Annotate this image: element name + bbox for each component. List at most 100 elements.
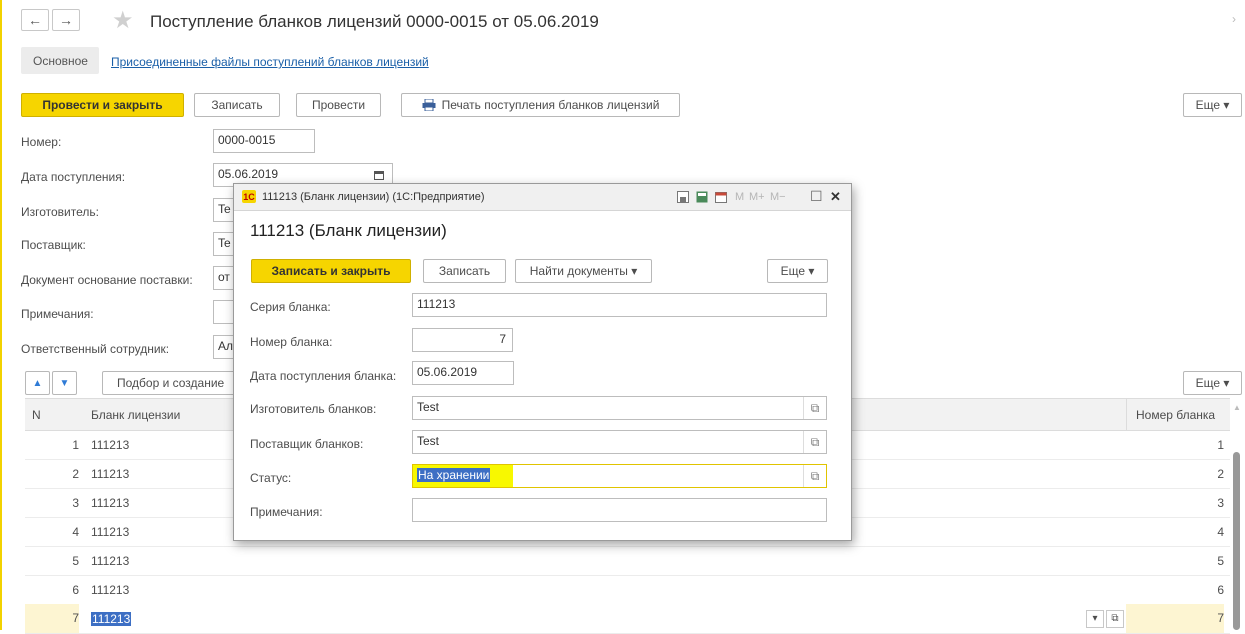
blank-date-field[interactable]: 05.06.2019 <box>412 361 514 385</box>
table-row[interactable]: 6 111213 6 <box>25 575 1230 605</box>
blank-supplier-field[interactable]: Test ⧉ <box>412 430 827 454</box>
forward-button[interactable]: → <box>52 9 80 31</box>
post-button[interactable]: Провести <box>296 93 381 117</box>
find-documents-button[interactable]: Найти документы ▾ <box>515 259 652 283</box>
col-blank[interactable]: Бланк лицензии <box>91 408 180 422</box>
row-blank-number: 2 <box>1217 467 1224 481</box>
status-field[interactable]: На хранении ⧉ <box>412 464 827 488</box>
more-button[interactable]: Еще ▾ <box>1183 93 1242 117</box>
number-field[interactable]: 0000-0015 <box>213 129 315 153</box>
col-number[interactable]: Номер бланка <box>1136 408 1215 422</box>
row-blank-number: 6 <box>1217 583 1224 597</box>
row-blank[interactable]: 111213 <box>91 583 129 597</box>
blank-number-label: Номер бланка: <box>250 335 333 349</box>
open-status-icon[interactable]: ⧉ <box>803 465 826 487</box>
status-label: Статус: <box>250 471 292 485</box>
row-blank[interactable]: 111213 <box>91 525 129 539</box>
row-blank-number: 3 <box>1217 496 1224 510</box>
tab-main[interactable]: Основное <box>21 47 99 74</box>
calculator-icon[interactable] <box>696 191 708 203</box>
blank-date-label: Дата поступления бланка: <box>250 369 397 383</box>
blank-maker-value: Test <box>417 400 440 414</box>
row-number: 1 <box>72 438 79 452</box>
row-blank[interactable]: 111213 <box>91 438 129 452</box>
grid-more-button[interactable]: Еще ▾ <box>1183 371 1242 395</box>
row-blank[interactable]: 111213 <box>91 496 129 510</box>
row-blank-number: 7 <box>1126 604 1224 633</box>
maximize-icon[interactable]: ☐ <box>810 188 823 205</box>
dialog-more-button[interactable]: Еще ▾ <box>767 259 828 283</box>
responsible-label: Ответственный сотрудник: <box>21 342 170 356</box>
row-number: 2 <box>72 467 79 481</box>
arrow-up-icon: ▲ <box>32 377 43 389</box>
memory-minus-button[interactable]: M− <box>770 191 786 203</box>
blank-supplier-label: Поставщик бланков: <box>250 437 364 451</box>
blank-maker-field[interactable]: Test ⧉ <box>412 396 827 420</box>
row-number: 6 <box>72 583 79 597</box>
left-accent-bar <box>0 0 2 630</box>
row-open-icon[interactable]: ⧉ <box>1106 610 1124 628</box>
series-field[interactable]: 111213 <box>412 293 827 317</box>
move-down-button[interactable]: ▼ <box>52 371 77 395</box>
status-value: На хранении <box>417 468 491 482</box>
pick-and-create-button[interactable]: Подбор и создание <box>102 371 242 395</box>
row-dropdown-icon[interactable]: ▾ <box>1086 610 1104 628</box>
calendar-icon[interactable] <box>374 170 384 180</box>
chevron-right-icon[interactable]: › <box>1232 12 1236 26</box>
basis-doc-label: Документ основание поставки: <box>21 273 193 287</box>
write-and-close-button[interactable]: Записать и закрыть <box>251 259 411 283</box>
blank-maker-label: Изготовитель бланков: <box>250 402 377 416</box>
number-label: Номер: <box>21 135 62 149</box>
open-supplier-icon[interactable]: ⧉ <box>803 431 826 453</box>
row-blank-number: 5 <box>1217 554 1224 568</box>
calendar-icon[interactable] <box>715 191 727 203</box>
date-label: Дата поступления: <box>21 170 126 184</box>
printer-icon <box>422 99 436 111</box>
print-button[interactable]: Печать поступления бланков лицензий <box>401 93 680 117</box>
row-number: 3 <box>72 496 79 510</box>
save-file-icon[interactable] <box>677 191 689 203</box>
page-title: Поступление бланков лицензий 0000-0015 о… <box>150 12 599 31</box>
tab-attached-files[interactable]: Присоединенные файлы поступлений бланков… <box>111 55 429 69</box>
date-value: 05.06.2019 <box>218 167 279 181</box>
dialog-titlebar[interactable]: 1С 111213 (Бланк лицензии) (1С:Предприят… <box>234 184 851 211</box>
supplier-label: Поставщик: <box>21 238 86 252</box>
post-and-close-button[interactable]: Провести и закрыть <box>21 93 184 117</box>
maker-label: Изготовитель: <box>21 205 99 219</box>
row-number: 4 <box>72 525 79 539</box>
write-button[interactable]: Записать <box>194 93 280 117</box>
dialog-write-button[interactable]: Записать <box>423 259 506 283</box>
row-number: 7 <box>25 604 79 633</box>
close-icon[interactable]: ✕ <box>830 189 841 205</box>
onec-logo-icon: 1С <box>242 190 256 203</box>
blank-supplier-value: Test <box>417 434 440 448</box>
row-number: 5 <box>72 554 79 568</box>
notes-label: Примечания: <box>21 307 94 321</box>
row-blank[interactable]: 111213 <box>91 554 129 568</box>
dialog-notes-field[interactable] <box>412 498 827 522</box>
arrow-down-icon: ▼ <box>59 377 70 389</box>
favorite-star-icon[interactable]: ★ <box>112 6 134 35</box>
dialog-window-title: 111213 (Бланк лицензии) (1С:Предприятие) <box>262 191 485 203</box>
print-button-label: Печать поступления бланков лицензий <box>441 98 660 112</box>
blank-license-dialog: 1С 111213 (Бланк лицензии) (1С:Предприят… <box>233 183 852 541</box>
scroll-thumb[interactable] <box>1233 452 1240 630</box>
col-n[interactable]: N <box>32 408 41 422</box>
arrow-left-icon: ← <box>28 12 42 28</box>
back-button[interactable]: ← <box>21 9 49 31</box>
scroll-up-icon[interactable]: ▲ <box>1233 403 1241 412</box>
table-row[interactable]: 5 111213 5 <box>25 546 1230 576</box>
open-maker-icon[interactable]: ⧉ <box>803 397 826 419</box>
memory-plus-button[interactable]: M+ <box>749 191 765 203</box>
row-blank-number: 4 <box>1217 525 1224 539</box>
blank-number-field[interactable]: 7 <box>412 328 513 352</box>
row-blank[interactable]: 111213 <box>91 612 132 626</box>
move-up-button[interactable]: ▲ <box>25 371 50 395</box>
dialog-heading: 111213 (Бланк лицензии) <box>250 221 447 240</box>
arrow-right-icon: → <box>59 12 73 28</box>
row-blank[interactable]: 111213 <box>91 467 129 481</box>
row-blank-number: 1 <box>1217 438 1224 452</box>
memory-m-button[interactable]: M <box>735 191 744 203</box>
dialog-notes-label: Примечания: <box>250 505 323 519</box>
column-divider <box>1126 399 1127 430</box>
